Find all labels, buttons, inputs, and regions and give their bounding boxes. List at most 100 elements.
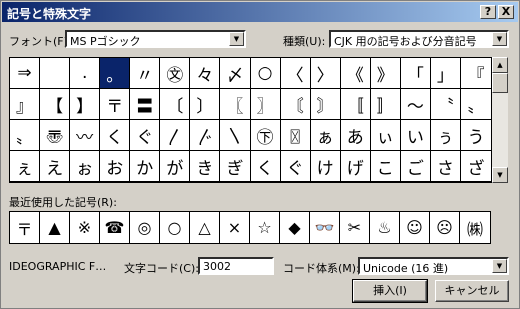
character-cell[interactable]: ぇ [10, 151, 41, 182]
scroll-down-icon[interactable]: ▼ [492, 167, 508, 183]
character-cell[interactable]: 〠 [40, 120, 71, 151]
character-cell[interactable]: き [190, 151, 221, 182]
character-cell[interactable]: あ [340, 120, 371, 151]
character-cell[interactable]: 【 [40, 89, 71, 120]
character-cell[interactable]: 《 [340, 58, 371, 89]
character-cell[interactable]: ご [400, 151, 431, 182]
character-cell[interactable]: ○ [250, 58, 281, 89]
character-cell[interactable]: 〚 [340, 89, 371, 120]
character-cell[interactable]: が [160, 151, 191, 182]
recent-symbol[interactable]: ✂ [340, 212, 370, 243]
character-cell[interactable]: こ [370, 151, 401, 182]
recent-symbol[interactable]: ☎ [100, 212, 130, 243]
character-cell[interactable]: え [40, 151, 71, 182]
character-cell[interactable]: ⇒ [10, 58, 41, 89]
character-cell[interactable]: 〓 [130, 89, 161, 120]
character-cell[interactable]: ㉆ [160, 58, 191, 89]
help-button[interactable]: ? [480, 5, 496, 19]
recent-symbol[interactable]: ☆ [250, 212, 280, 243]
chevron-down-icon[interactable]: ▼ [492, 259, 507, 273]
character-cell[interactable]: け [310, 151, 341, 182]
symbol-dialog: 記号と特殊文字 ? X フォント(F): MS Pゴシック ▼ 種類(U): C… [0, 0, 520, 309]
scroll-thumb[interactable] [492, 73, 508, 93]
character-cell[interactable]: 「 [400, 58, 431, 89]
character-cell[interactable]: 〝 [430, 89, 461, 120]
character-cell[interactable]: く [250, 151, 281, 182]
character-cell[interactable]: さ [430, 151, 461, 182]
recent-symbol[interactable]: ◎ [130, 212, 160, 243]
character-cell[interactable]: 〰 [70, 120, 101, 151]
category-select[interactable]: CJK 用の記号および分音記号 ▼ [329, 30, 509, 48]
recent-symbol[interactable]: ▲ [40, 212, 70, 243]
character-cell[interactable]: 〈 [280, 58, 311, 89]
character-cell[interactable] [40, 58, 71, 89]
character-cell[interactable]: 『 [460, 58, 491, 89]
character-cell[interactable]: ざ [460, 151, 491, 182]
character-cell[interactable]: 〟 [10, 120, 41, 151]
character-cell[interactable]: . [70, 58, 101, 89]
recent-symbols[interactable]: 〒 ▲ ※ ☎ ◎ ○ △ × ☆ ◆ 👓 ✂ ♨ ☺ ☹ ㈱ [9, 211, 491, 244]
insert-button[interactable]: 挿入(I) [352, 279, 428, 303]
scroll-up-icon[interactable]: ▲ [492, 57, 508, 73]
recent-symbol[interactable]: 👓 [310, 212, 340, 243]
character-cell[interactable]: 】 [70, 89, 101, 120]
chevron-down-icon[interactable]: ▼ [492, 32, 507, 46]
recent-symbol[interactable]: △ [190, 212, 220, 243]
recent-symbol[interactable]: ○ [160, 212, 190, 243]
character-cell[interactable]: げ [340, 151, 371, 182]
chevron-down-icon[interactable]: ▼ [229, 32, 244, 46]
character-cell[interactable]: ぃ [370, 120, 401, 151]
recent-symbol[interactable]: ♨ [370, 212, 400, 243]
character-grid[interactable]: ⇒.。〃㉆々〆 ○ 〈〉《》「」『』【】〒〓〔〕〖〗〘〙〚〛〜〝〟〟〠〰くぐ〳〴〵㊦… [9, 57, 492, 183]
character-cell[interactable]: お [100, 151, 131, 182]
vertical-scrollbar[interactable]: ▲ ▼ [492, 57, 508, 183]
recent-symbol[interactable]: ※ [70, 212, 100, 243]
character-cell[interactable]: 〔 [160, 89, 191, 120]
character-cell[interactable]: ぅ [430, 120, 461, 151]
font-select[interactable]: MS Pゴシック ▼ [65, 30, 246, 48]
character-cell[interactable]: 」 [430, 58, 461, 89]
character-cell[interactable]: 〿 [280, 120, 311, 151]
close-button[interactable]: X [498, 5, 514, 19]
character-cell[interactable]: 〵 [220, 120, 251, 151]
character-cell[interactable]: ぉ [70, 151, 101, 182]
character-cell[interactable]: ぐ [280, 151, 311, 182]
recent-symbol[interactable]: ◆ [280, 212, 310, 243]
cancel-button[interactable]: キャンセル [435, 280, 509, 302]
recent-symbol[interactable]: × [220, 212, 250, 243]
character-cell[interactable]: 〖 [220, 89, 251, 120]
recent-label: 最近使用した記号(R): [9, 196, 117, 209]
encoding-select[interactable]: Unicode (16 進) ▼ [358, 257, 509, 275]
character-cell[interactable]: 〘 [280, 89, 311, 120]
character-cell[interactable]: ぁ [310, 120, 341, 151]
character-cell[interactable]: 〃 [130, 58, 161, 89]
character-cell[interactable]: 』 [10, 89, 41, 120]
character-cell[interactable]: 。 [100, 58, 131, 89]
character-cell[interactable]: 〕 [190, 89, 221, 120]
character-cell[interactable]: 〙 [310, 89, 341, 120]
character-cell[interactable]: か [130, 151, 161, 182]
character-cell[interactable]: く [100, 120, 131, 151]
recent-symbol[interactable]: ☹ [430, 212, 460, 243]
character-cell[interactable]: ぐ [130, 120, 161, 151]
character-cell[interactable]: 〒 [100, 89, 131, 120]
character-cell[interactable]: い [400, 120, 431, 151]
category-select-value: CJK 用の記号および分音記号 [334, 35, 477, 48]
character-cell[interactable]: 〛 [370, 89, 401, 120]
recent-symbol[interactable]: 〒 [10, 212, 40, 243]
char-code-input[interactable]: 3002 [198, 257, 274, 275]
character-cell[interactable]: ぎ [220, 151, 251, 182]
recent-symbol[interactable]: ㈱ [460, 212, 490, 243]
character-cell[interactable]: う [460, 120, 491, 151]
character-cell[interactable]: ㊦ [250, 120, 281, 151]
character-cell[interactable]: 〟 [460, 89, 491, 120]
character-cell[interactable]: 〗 [250, 89, 281, 120]
character-cell[interactable]: 〆 [220, 58, 251, 89]
character-cell[interactable]: 〳 [160, 120, 191, 151]
character-cell[interactable]: 〉 [310, 58, 341, 89]
character-cell[interactable]: 々 [190, 58, 221, 89]
character-cell[interactable]: 〴 [190, 120, 221, 151]
recent-symbol[interactable]: ☺ [400, 212, 430, 243]
character-cell[interactable]: 〜 [400, 89, 431, 120]
character-cell[interactable]: 》 [370, 58, 401, 89]
